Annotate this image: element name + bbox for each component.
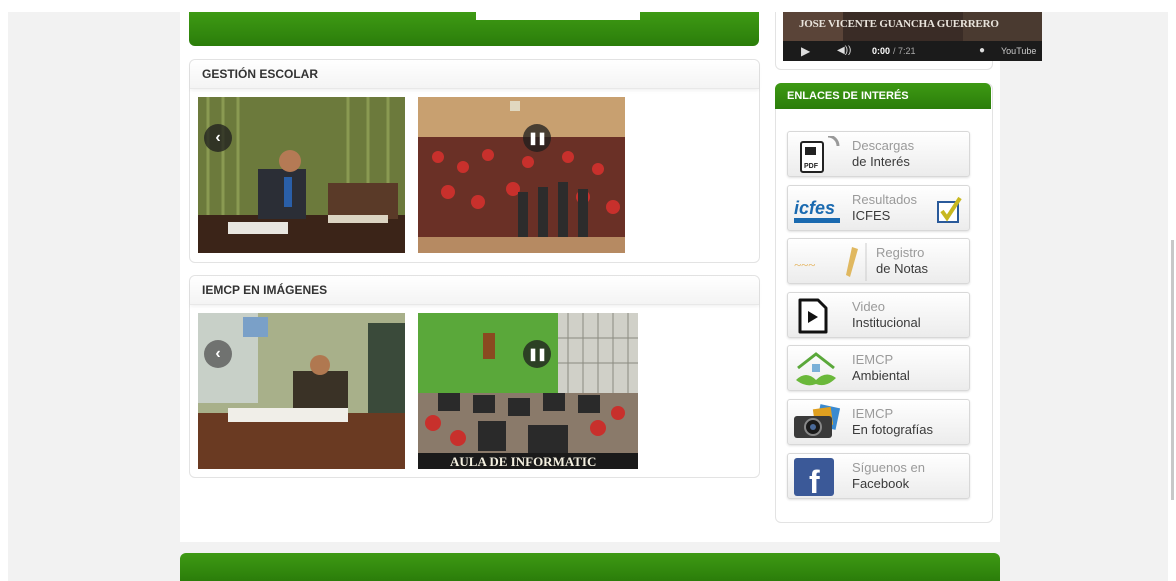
icfes-logo-text: icfes [794, 198, 835, 218]
link-descargas[interactable]: PDF Descargas de Interés [787, 131, 970, 177]
video-time-total: / 7:21 [893, 46, 916, 56]
environment-house-icon [792, 350, 842, 388]
link-line2: Institucional [852, 315, 921, 330]
link-iemcp-ambiental[interactable]: IEMCP Ambiental [787, 345, 970, 391]
link-line1: Registro [876, 245, 925, 260]
svg-text:~~~: ~~~ [794, 257, 815, 272]
rector-office-photo[interactable] [198, 97, 405, 253]
video-title: JOSE VICENTE GUANCHA GUERRERO [799, 18, 999, 30]
panel-title: IEMCP EN IMÁGENES [190, 276, 759, 305]
link-line2: Facebook [852, 476, 910, 491]
youtube-video-player[interactable]: JOSE VICENTE GUANCHA GUERRERO ▶ ◀)) 0:00… [783, 12, 1042, 61]
link-line1: IEMCP [852, 352, 894, 367]
link-video-institucional[interactable]: Video Institucional [787, 292, 970, 338]
link-line2: de Interés [852, 154, 910, 169]
footer-strip [180, 553, 1000, 581]
link-line2: de Notas [876, 261, 929, 276]
pdf-document-icon: PDF [792, 134, 842, 174]
slider-pause-button[interactable]: ❚❚ [523, 340, 551, 368]
checkmark-icon [937, 196, 962, 223]
link-line2: Ambiental [852, 368, 910, 383]
panel-title: GESTIÓN ESCOLAR [190, 60, 759, 89]
enlaces-title: ENLACES DE INTERÉS [775, 83, 991, 109]
slider-prev-button[interactable]: ‹ [204, 340, 232, 368]
top-banner-strip [189, 12, 759, 46]
link-line1: Descargas [852, 138, 915, 153]
link-line2: ICFES [852, 208, 891, 223]
link-resultados-icfes[interactable]: icfes Resultados ICFES [787, 185, 970, 231]
link-line1: Resultados [852, 192, 918, 207]
svg-text:f: f [809, 464, 820, 496]
office-signing-photo[interactable] [198, 313, 405, 469]
video-play-icon [792, 297, 842, 335]
camera-icon [792, 404, 842, 442]
page-scrollbar[interactable] [1171, 240, 1174, 500]
link-iemcp-fotografias[interactable]: IEMCP En fotografías [787, 399, 970, 445]
watch-later-icon[interactable]: ● [979, 45, 985, 56]
link-registro-notas[interactable]: ~~~ Registro de Notas [787, 238, 970, 284]
facebook-icon: f [792, 458, 842, 500]
slider-pause-button[interactable]: ❚❚ [523, 124, 551, 152]
icfes-logo-icon: icfes [792, 190, 842, 228]
volume-icon[interactable]: ◀)) [837, 45, 851, 56]
link-line1: Síguenos en [852, 460, 926, 475]
slider-prev-button[interactable]: ‹ [204, 124, 232, 152]
top-banner-box [476, 12, 640, 20]
video-controls: ▶ ◀)) 0:00 / 7:21 ● YouTube [783, 41, 1042, 61]
assembly-photo[interactable] [418, 97, 625, 253]
svg-text:PDF: PDF [804, 163, 819, 170]
link-facebook[interactable]: f Síguenos en Facebook [787, 453, 970, 500]
youtube-logo-icon[interactable]: YouTube [1001, 46, 1036, 56]
link-line1: Video [852, 299, 886, 314]
photo-caption: AULA DE INFORMATIC [450, 454, 596, 469]
computer-lab-photo[interactable]: AULA DE INFORMATIC [418, 313, 638, 469]
pencil-notes-icon: ~~~ [792, 243, 870, 281]
link-line1: IEMCP [852, 406, 894, 421]
video-time-current: 0:00 [872, 46, 891, 56]
play-icon[interactable]: ▶ [801, 44, 810, 58]
link-line2: En fotografías [852, 422, 933, 437]
